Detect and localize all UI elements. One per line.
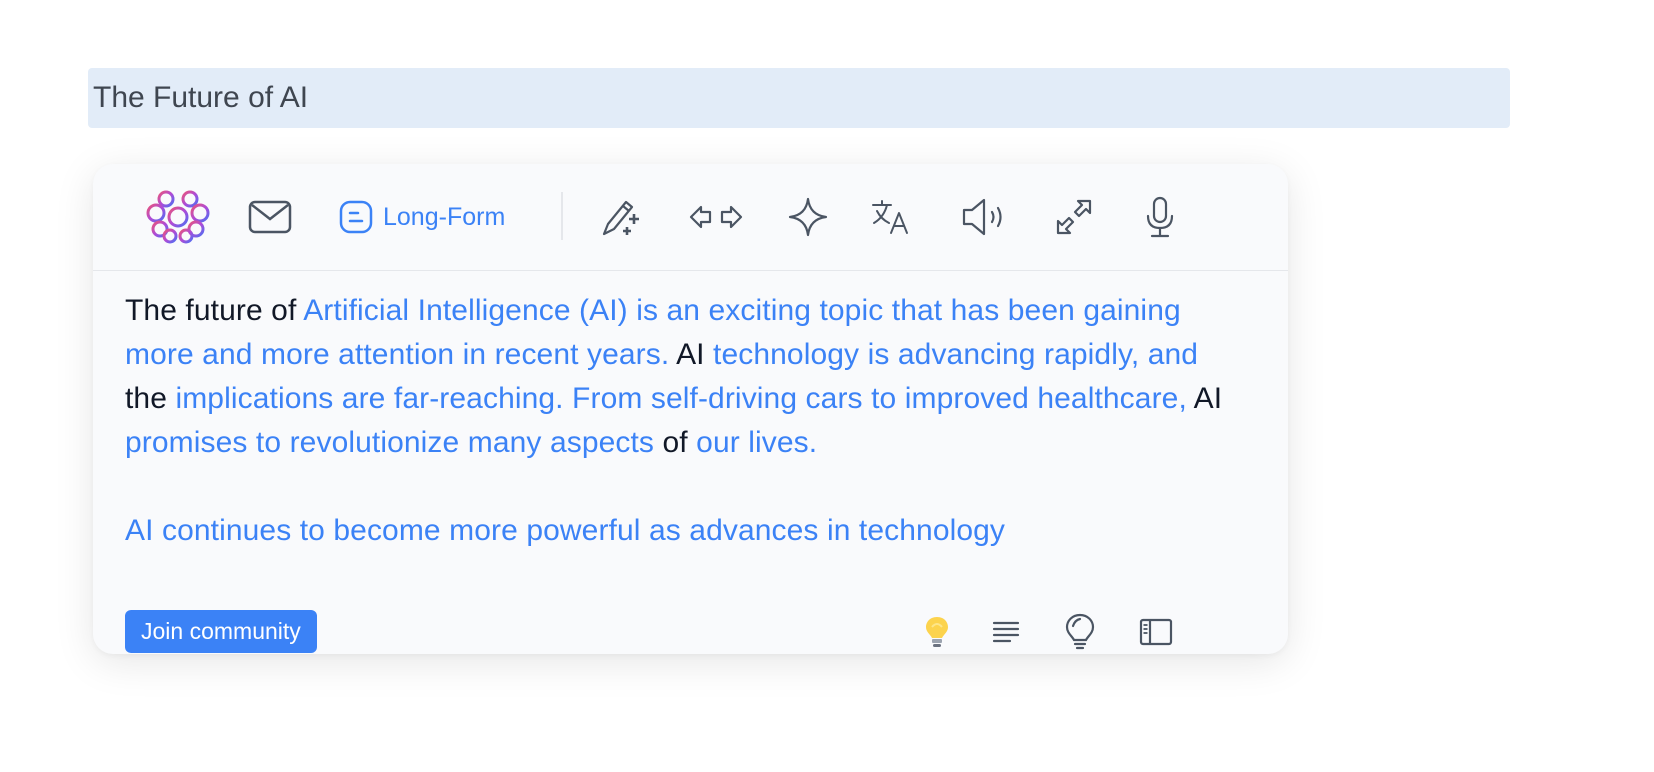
- panel-footer: Join community: [93, 594, 1288, 654]
- magic-pen-icon[interactable]: [598, 192, 644, 242]
- translate-icon[interactable]: [871, 192, 911, 242]
- highlighted-text-span: implications are far-reaching. From self…: [167, 382, 1194, 415]
- paragraph-1: The future of Artificial Intelligence (A…: [125, 289, 1225, 465]
- ai-writer-panel: Long-Form The future of Artificial Intel…: [93, 164, 1288, 654]
- long-form-mode-button[interactable]: Long-Form: [339, 192, 505, 242]
- blog-icon: [339, 200, 373, 234]
- text-span: of: [662, 426, 688, 459]
- document-title: The Future of AI: [93, 81, 309, 114]
- brain-logo-icon[interactable]: [143, 190, 213, 244]
- highlighted-text-span: our lives.: [687, 426, 818, 459]
- expand-arrows-icon[interactable]: [1054, 192, 1094, 242]
- idea-icon[interactable]: [1060, 612, 1100, 652]
- highlighted-text-span: technology is advancing rapidly, and: [704, 338, 1199, 371]
- toolbar: Long-Form: [93, 164, 1288, 271]
- speaker-icon[interactable]: [961, 192, 1007, 242]
- microphone-icon[interactable]: [1145, 192, 1175, 242]
- text-span: The future of: [125, 294, 304, 327]
- highlighted-text-span: promises to revolutionize many aspects: [125, 426, 663, 459]
- toolbar-divider: [561, 192, 563, 240]
- sidebar-icon[interactable]: [1136, 612, 1176, 652]
- text-span: AI: [676, 338, 705, 371]
- text-span: the: [125, 382, 168, 415]
- envelope-icon[interactable]: [248, 192, 292, 242]
- paragraph-2: AI continues to become more powerful as …: [125, 514, 1006, 547]
- lightbulb-icon[interactable]: [917, 612, 957, 652]
- arrows-left-right-icon[interactable]: [689, 192, 743, 242]
- join-community-button[interactable]: Join community: [125, 610, 317, 653]
- document-title-field[interactable]: The Future of AI: [88, 68, 1510, 128]
- sparkle-icon[interactable]: [786, 192, 830, 242]
- align-text-icon[interactable]: [986, 612, 1026, 652]
- generated-text[interactable]: The future of Artificial Intelligence (A…: [125, 289, 1225, 602]
- long-form-mode-label: Long-Form: [383, 202, 506, 231]
- text-span: AI: [1193, 382, 1223, 415]
